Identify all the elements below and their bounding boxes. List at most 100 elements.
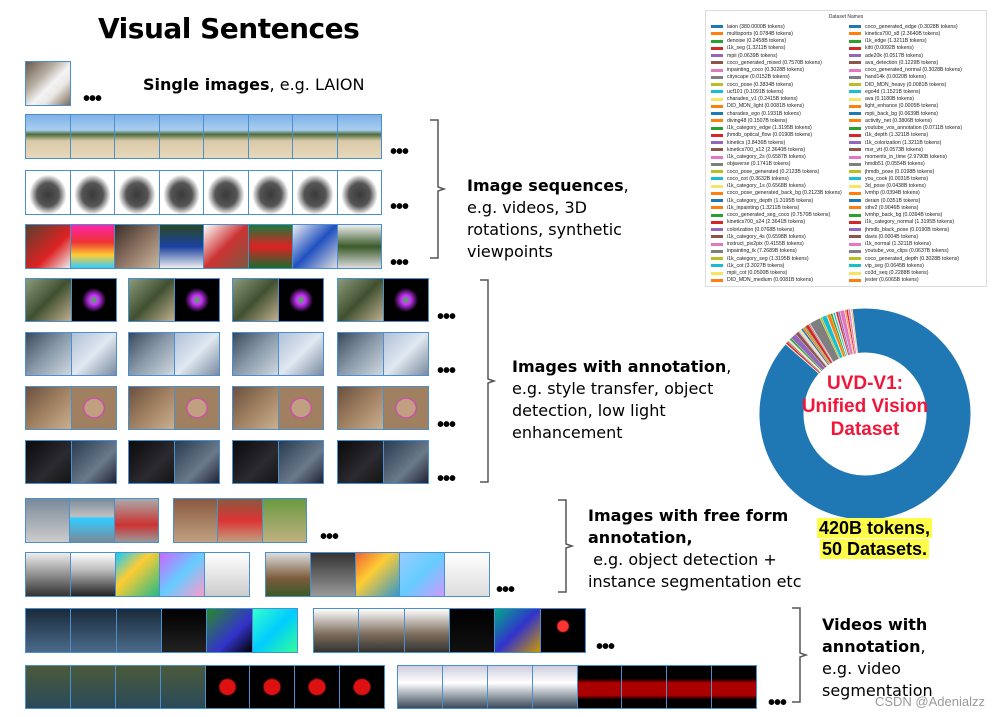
legend-label: you_cook (0.0031B tokens) xyxy=(865,175,929,182)
legend-item: diving48 (0.1507B tokens) xyxy=(711,117,787,124)
legend-item: kinetics700_s8 (2.3640B tokens) xyxy=(849,30,940,37)
watermark: CSDN @Adenialzz xyxy=(874,694,985,709)
legend-label: youtube_vos_annotation (0.0711B tokens) xyxy=(865,125,963,131)
legend-label: laion (380.0000B tokens) xyxy=(727,23,785,30)
thumbnail-frame xyxy=(262,499,306,542)
legend-swatch xyxy=(711,191,723,195)
caption-text: , xyxy=(623,176,629,195)
thumbnail-frame xyxy=(70,115,115,158)
dataset-count: 50 Datasets. xyxy=(819,539,930,559)
page-title: Visual Sentences xyxy=(98,12,360,45)
thumbnail-frame xyxy=(337,171,381,214)
legend-swatch xyxy=(849,177,861,181)
legend-label: denoise (0.2458B tokens) xyxy=(727,38,787,44)
thumbnail-frame xyxy=(26,609,72,652)
token-count: 420B tokens, xyxy=(816,518,933,538)
legend-swatch xyxy=(711,54,723,57)
legend-swatch xyxy=(711,83,723,86)
legend-label: lvmhp_back_bg (0.0394B tokens) xyxy=(865,212,943,218)
brace-videos-with-annotation xyxy=(792,607,809,703)
caption-bold: annotation xyxy=(822,637,921,656)
legend-label: kinetics700_s8 (2.3640B tokens) xyxy=(865,30,941,37)
thumbnail-frame xyxy=(310,553,356,596)
thumbnail-frame xyxy=(404,609,450,652)
legend-item: coco_cot (0.3632B tokens) xyxy=(711,175,789,182)
legend-swatch xyxy=(711,213,723,217)
legend-label: sthv2 (0.9046B tokens) xyxy=(865,204,919,211)
thumbnail-frame xyxy=(160,553,206,596)
free-form-detection xyxy=(25,498,159,543)
legend-item: moments_in_time (2.9790B tokens) xyxy=(849,154,947,161)
legend-item: ade20k (0.0517B tokens) xyxy=(849,52,923,59)
legend-label: i1k_edge (1.3211B tokens) xyxy=(865,38,927,44)
legend-swatch xyxy=(711,235,723,239)
thumbnail-frame xyxy=(337,225,381,268)
legend-item: i1k_category_2s (0.6587B tokens) xyxy=(711,154,806,161)
legend-item: i1k_category_normal (1.3195B tokens) xyxy=(849,219,954,226)
legend-swatch xyxy=(849,264,861,268)
legend-label: charades_ego (0.1931B tokens) xyxy=(727,110,801,117)
legend-label: kinetics700_s12 (2.3640B tokens) xyxy=(727,146,806,153)
thumbnail-frame xyxy=(295,666,341,708)
annotated-image-pair xyxy=(25,278,117,322)
thumbnail-frame xyxy=(712,666,756,708)
single-image-thumbnail xyxy=(25,61,71,106)
thumbnail-frame xyxy=(233,333,279,375)
thumbnail-frame xyxy=(115,171,160,214)
legend-swatch xyxy=(849,271,861,275)
legend-swatch xyxy=(849,148,861,152)
donut-label-line: UVD-V1: xyxy=(826,373,903,394)
thumbnail-frame xyxy=(383,333,428,375)
legend-label: i1k_category_1s (0.6568B tokens) xyxy=(727,183,806,189)
caption-text: , xyxy=(726,357,732,376)
legend-swatch xyxy=(849,90,861,94)
legend-item: inpainting_coco (0.3028B tokens) xyxy=(711,67,804,74)
legend-item: coco_generated_edge (0.3028B tokens) xyxy=(849,23,958,30)
legend-label: cityscape (0.0152B tokens) xyxy=(727,74,790,81)
legend-item: activity_net (0.3806B tokens) xyxy=(849,117,932,124)
thumbnail-frame xyxy=(71,609,117,652)
legend-item: lvmhp_back_bg (0.0394B tokens) xyxy=(849,212,942,219)
legend-item: i1k_edge (1.3211B tokens) xyxy=(849,38,927,45)
legend-label: derain (0.0351B tokens) xyxy=(865,197,921,204)
thumbnail-frame xyxy=(487,666,533,708)
video-segmentation-street xyxy=(313,608,586,653)
ellipsis: ••• xyxy=(320,526,339,548)
legend-item: mpii (0.0639B tokens) xyxy=(711,52,777,59)
thumbnail-frame xyxy=(71,441,116,483)
caption-text: , e.g. LAION xyxy=(269,75,365,94)
caption-bold: Single images xyxy=(143,75,270,94)
legend-item: cityscape (0.0152B tokens) xyxy=(711,74,790,81)
legend-label: i1k_category_depth (1.3195B tokens) xyxy=(727,197,814,204)
caption-text: viewpoints xyxy=(467,242,553,261)
thumbnail-frame xyxy=(218,499,263,542)
legend-swatch xyxy=(849,235,861,239)
legend-swatch xyxy=(711,184,723,188)
legend-swatch xyxy=(849,257,861,260)
annotated-image-pair xyxy=(337,386,429,430)
donut-label-line: Unified Vision xyxy=(801,396,929,417)
annotated-image-pair xyxy=(25,386,117,430)
legend-label: charades_v1 (0.2415B tokens) xyxy=(727,96,798,102)
legend-swatch xyxy=(849,119,861,123)
ellipsis: ••• xyxy=(437,468,456,490)
legend-label: mpii (0.0639B tokens) xyxy=(727,52,778,59)
ellipsis: ••• xyxy=(437,414,456,436)
thumbnail-frame xyxy=(293,171,338,214)
thumbnail-frame xyxy=(278,279,323,321)
ellipsis: ••• xyxy=(390,141,409,163)
thumbnail-frame xyxy=(338,387,384,429)
legend-item: kinetics700_s12 (2.3640B tokens) xyxy=(711,146,805,153)
legend-swatch xyxy=(849,97,861,101)
legend-swatch xyxy=(849,104,861,108)
caption-bold: Image sequences xyxy=(467,176,624,195)
legend-label: activity_net (0.3806B tokens) xyxy=(865,117,932,124)
legend-swatch xyxy=(849,126,861,130)
legend-label: ucf101 (0.1091B tokens) xyxy=(727,88,784,95)
legend-label: inpainting_coco (0.3028B tokens) xyxy=(727,67,804,73)
thumbnail-frame xyxy=(359,609,405,652)
legend-item: you_cook (0.0031B tokens) xyxy=(849,175,928,182)
thumbnail-frame xyxy=(248,171,293,214)
legend-label: DID_MDN_heavy (0.0081B tokens) xyxy=(865,81,947,88)
thumbnail-frame xyxy=(667,666,713,708)
